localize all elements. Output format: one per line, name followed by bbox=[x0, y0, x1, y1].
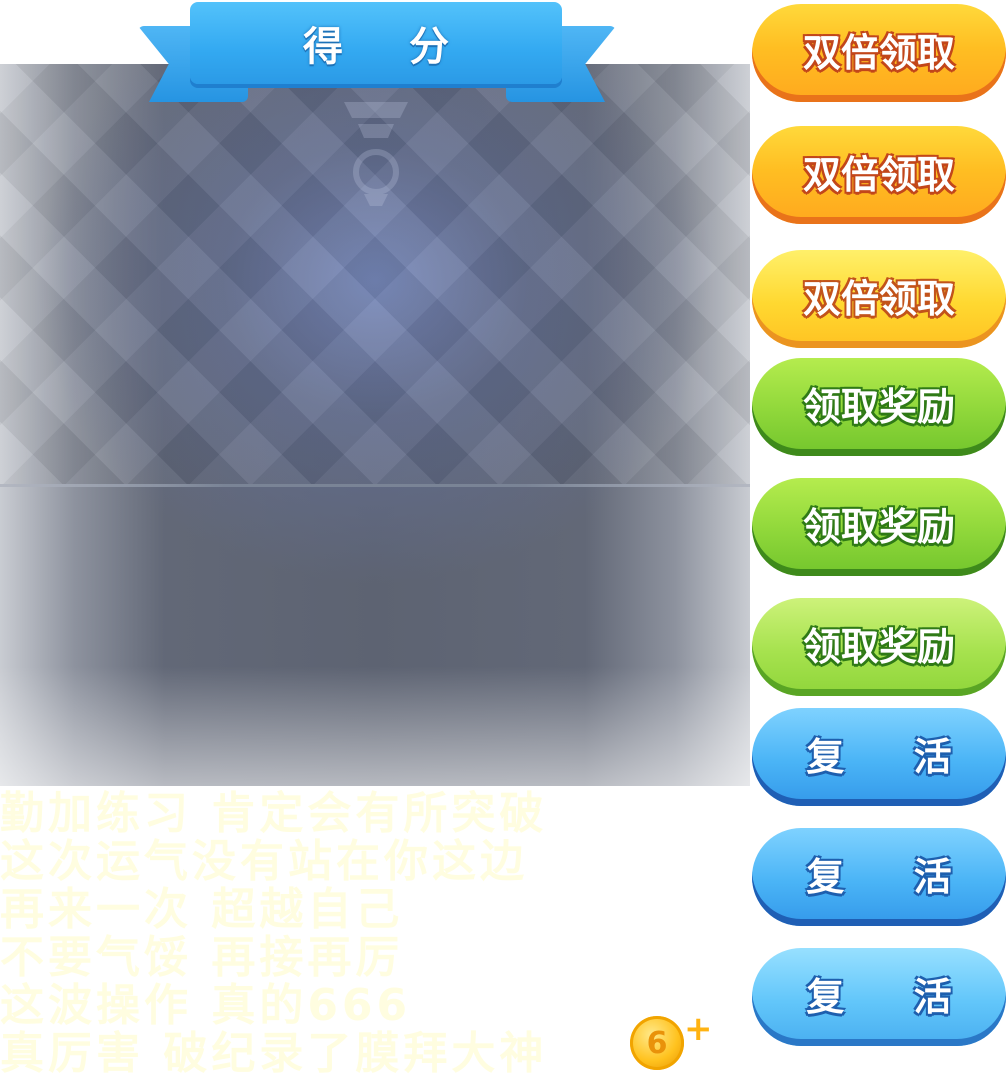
double-claim-label: 双倍领取 bbox=[802, 276, 955, 321]
message-line: 这波操作 真的666 bbox=[0, 980, 412, 1031]
double-claim-label: 双倍领取 bbox=[802, 152, 955, 197]
score-panel-bottom bbox=[0, 487, 750, 786]
claim-reward-button-pressed[interactable]: 领取奖励 bbox=[752, 478, 1006, 576]
revive-label: 复 活 bbox=[806, 734, 980, 779]
message-line: 这次运气没有站在你这边 bbox=[0, 836, 528, 887]
message-line: 不要气馁 再接再厉 bbox=[0, 932, 404, 983]
title-ribbon: 得 分 bbox=[138, 0, 616, 104]
claim-reward-label: 领取奖励 bbox=[802, 624, 955, 669]
double-claim-button[interactable]: 双倍领取 bbox=[752, 4, 1006, 102]
revive-button-hover[interactable]: 复 活 bbox=[752, 948, 1006, 1046]
plus-icon: + bbox=[684, 1009, 713, 1049]
revive-label: 复 活 bbox=[806, 974, 980, 1019]
double-claim-button-pressed[interactable]: 双倍领取 bbox=[752, 126, 1006, 224]
score-panel bbox=[0, 64, 750, 786]
revive-button[interactable]: 复 活 bbox=[752, 708, 1006, 806]
double-claim-button-hover[interactable]: 双倍领取 bbox=[752, 250, 1006, 348]
trophy-emblem-icon bbox=[344, 102, 408, 206]
message-line: 真厉害 破纪录了膜拜大神 bbox=[0, 1028, 548, 1079]
message-list: 勤加练习 肯定会有所突破 这次运气没有站在你这边 再来一次 超越自己 不要气馁 … bbox=[0, 790, 740, 1078]
double-claim-label: 双倍领取 bbox=[802, 30, 955, 75]
revive-button-pressed[interactable]: 复 活 bbox=[752, 828, 1006, 926]
claim-reward-button-hover[interactable]: 领取奖励 bbox=[752, 598, 1006, 696]
message-line: 勤加练习 肯定会有所突破 bbox=[0, 788, 548, 839]
ribbon-band: 得 分 bbox=[190, 2, 562, 84]
message-line: 再来一次 超越自己 bbox=[0, 884, 404, 935]
claim-reward-label: 领取奖励 bbox=[802, 504, 955, 549]
coin-glyph: 6 bbox=[646, 1025, 668, 1061]
score-title: 得 分 bbox=[303, 24, 475, 70]
claim-reward-label: 领取奖励 bbox=[802, 384, 955, 429]
claim-reward-button[interactable]: 领取奖励 bbox=[752, 358, 1006, 456]
revive-label: 复 活 bbox=[806, 854, 980, 899]
gold-coin-icon: 6 bbox=[630, 1016, 684, 1070]
